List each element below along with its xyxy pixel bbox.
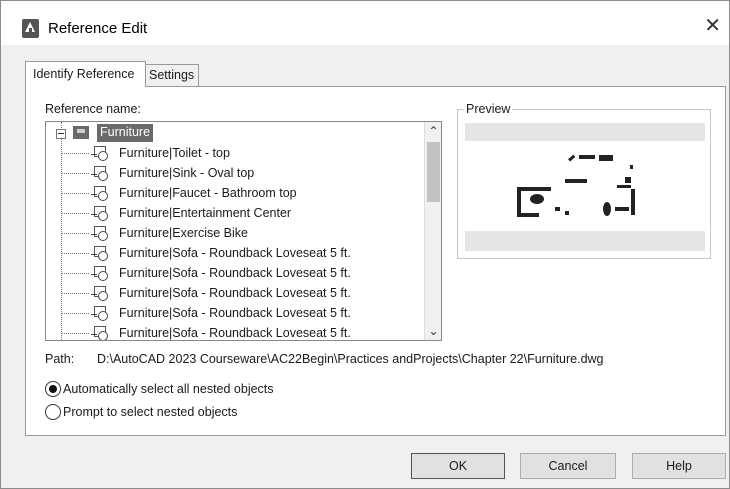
tree-item[interactable]: Furniture|Sofa - Roundback Loveseat 5 ft… [46, 303, 424, 323]
close-icon[interactable]: ✕ [704, 16, 721, 36]
tree-item-label: Furniture|Sofa - Roundback Loveseat 5 ft… [119, 266, 351, 280]
tree-connector [61, 333, 89, 334]
tree-connector [61, 153, 89, 154]
tree-connector [61, 193, 89, 194]
tree-item[interactable]: Furniture|Sofa - Roundback Loveseat 5 ft… [46, 323, 424, 340]
preview-thumbnail [517, 154, 635, 217]
tree-item-label: Furniture|Sofa - Roundback Loveseat 5 ft… [119, 306, 351, 320]
reference-tree[interactable]: Furniture Furniture|Toilet - top Furnitu… [45, 121, 442, 341]
tree-item-label: Furniture|Sofa - Roundback Loveseat 5 ft… [119, 286, 351, 300]
xref-block-icon [91, 226, 108, 241]
preview-canvas [465, 123, 705, 251]
tree-item[interactable]: Furniture|Sofa - Roundback Loveseat 5 ft… [46, 283, 424, 303]
tab-identify-reference[interactable]: Identify Reference [25, 61, 146, 87]
cancel-button[interactable]: Cancel [520, 453, 616, 479]
prompt-select-radio[interactable] [45, 404, 61, 420]
autocad-app-icon [22, 19, 39, 38]
tree-item-label: Furniture|Toilet - top [119, 146, 230, 160]
prompt-select-label: Prompt to select nested objects [63, 405, 238, 419]
tree-connector [61, 313, 89, 314]
tree-item[interactable]: Furniture|Sofa - Roundback Loveseat 5 ft… [46, 263, 424, 283]
tab-label: Settings [149, 68, 195, 82]
tree-connector [61, 273, 89, 274]
tree-item[interactable]: Furniture|Sink - Oval top [46, 163, 424, 183]
tab-settings[interactable]: Settings [145, 64, 199, 86]
dialog-title: Reference Edit [48, 20, 148, 37]
tree-item[interactable]: Furniture|Exercise Bike [46, 223, 424, 243]
tab-label: Identify Reference [33, 67, 135, 81]
tree-root-row[interactable]: Furniture [46, 123, 424, 143]
xref-block-icon [91, 326, 108, 340]
xref-block-icon [91, 246, 108, 261]
scroll-thumb[interactable] [427, 142, 440, 202]
tree-connector [61, 233, 89, 234]
preview-drawing [465, 141, 705, 231]
reference-edit-dialog: Reference Edit ✕ Identify Reference Sett… [0, 0, 730, 489]
tree-connector [61, 173, 89, 174]
scroll-up-icon[interactable]: ⌃ [425, 122, 441, 140]
xref-block-icon [91, 306, 108, 321]
reference-name-label: Reference name: [45, 102, 141, 116]
tree-item[interactable]: Furniture|Faucet - Bathroom top [46, 183, 424, 203]
tree-item[interactable]: Furniture|Toilet - top [46, 143, 424, 163]
xref-block-icon [91, 266, 108, 281]
xref-block-icon [91, 146, 108, 161]
preview-label: Preview [464, 102, 513, 116]
tree-connector [61, 253, 89, 254]
xref-block-icon [91, 166, 108, 181]
collapse-icon[interactable] [56, 129, 66, 139]
ok-button[interactable]: OK [411, 453, 505, 479]
xref-block-icon [91, 206, 108, 221]
scroll-down-icon[interactable]: ⌄ [425, 322, 441, 340]
tree-item-label: Furniture|Sofa - Roundback Loveseat 5 ft… [119, 326, 351, 340]
tree-item-label: Furniture|Exercise Bike [119, 226, 248, 240]
auto-select-label: Automatically select all nested objects [63, 382, 274, 396]
tree-item-label: Furniture|Faucet - Bathroom top [119, 186, 297, 200]
block-reference-icon [73, 126, 89, 139]
tree-item-label: Furniture|Sink - Oval top [119, 166, 255, 180]
title-bar: Reference Edit ✕ [1, 1, 729, 45]
tree-item[interactable]: Furniture|Entertainment Center [46, 203, 424, 223]
tree-item-label: Furniture|Sofa - Roundback Loveseat 5 ft… [119, 246, 351, 260]
tree-item-label: Furniture|Entertainment Center [119, 206, 292, 220]
xref-block-icon [91, 186, 108, 201]
tree-connector [61, 293, 89, 294]
tree-root-label: Furniture [97, 124, 154, 142]
tree-connector [61, 213, 89, 214]
tree-item[interactable]: Furniture|Sofa - Roundback Loveseat 5 ft… [46, 243, 424, 263]
tree-scrollbar[interactable]: ⌃ ⌄ [424, 122, 441, 340]
xref-block-icon [91, 286, 108, 301]
auto-select-radio[interactable] [45, 381, 61, 397]
help-button[interactable]: Help [632, 453, 726, 479]
path-label: Path: [45, 352, 75, 366]
path-value: D:\AutoCAD 2023 Courseware\AC22Begin\Pra… [97, 352, 604, 366]
